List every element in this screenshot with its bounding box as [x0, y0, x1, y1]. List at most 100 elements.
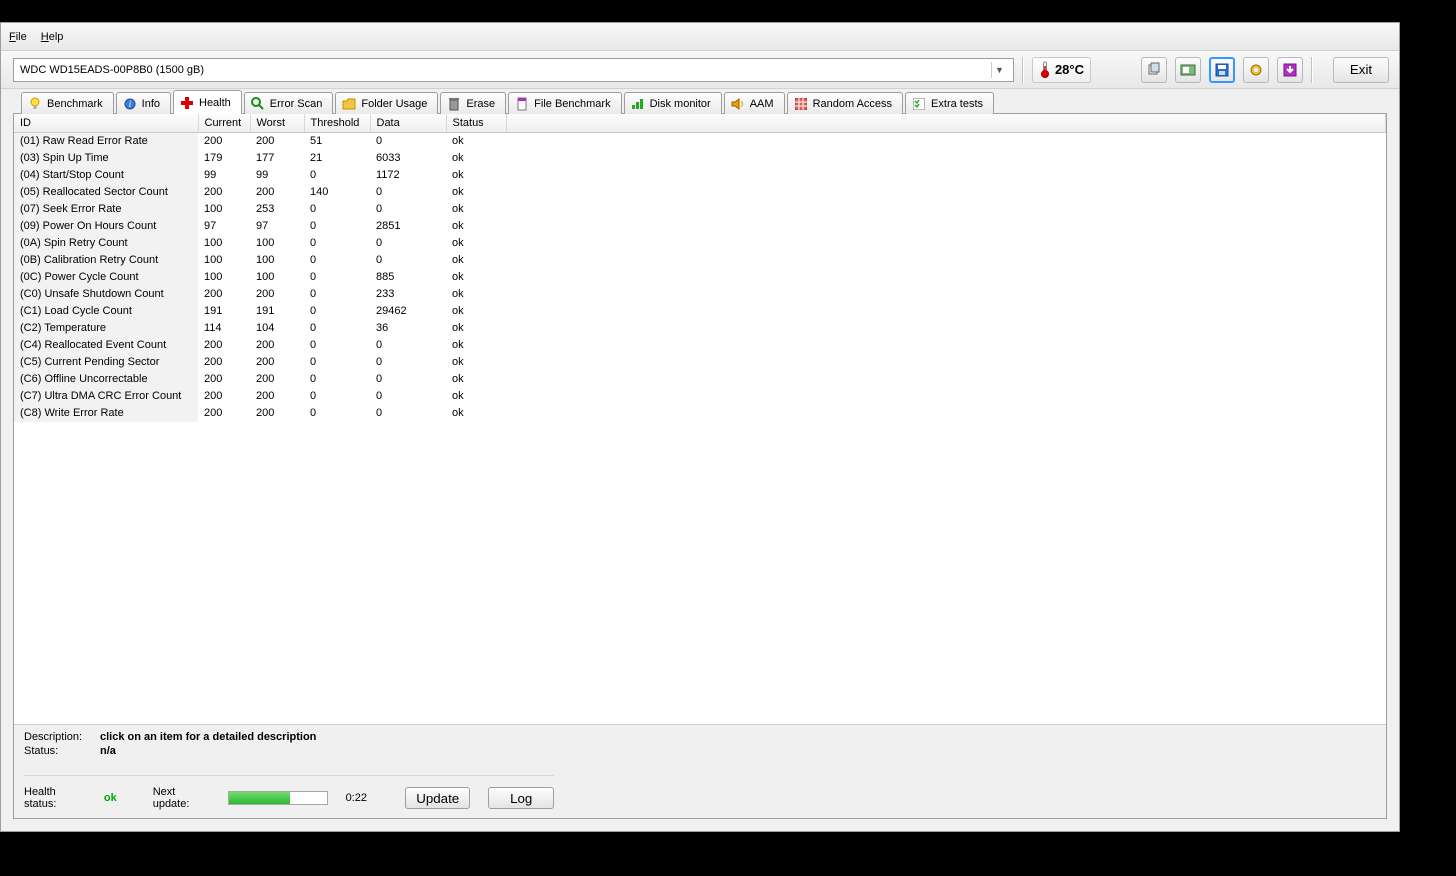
cell-current: 100: [198, 201, 250, 218]
cell-threshold: 140: [304, 184, 370, 201]
cell-data: 29462: [370, 303, 446, 320]
cell-current: 100: [198, 252, 250, 269]
cell-threshold: 0: [304, 167, 370, 184]
table-row[interactable]: (03) Spin Up Time179177216033ok: [14, 150, 1386, 167]
tab-file-benchmark[interactable]: File Benchmark: [508, 92, 621, 114]
log-button[interactable]: Log: [488, 787, 554, 809]
tab-random-access[interactable]: Random Access: [787, 92, 903, 114]
table-row[interactable]: (C6) Offline Uncorrectable20020000ok: [14, 371, 1386, 388]
table-row[interactable]: (C2) Temperature114104036ok: [14, 320, 1386, 337]
tabstrip: Benchmark i Info Health Error Scan Folde…: [1, 89, 1399, 113]
cell-id: (0A) Spin Retry Count: [14, 235, 198, 252]
table-row[interactable]: (0B) Calibration Retry Count10010000ok: [14, 252, 1386, 269]
cell-id: (C7) Ultra DMA CRC Error Count: [14, 388, 198, 405]
col-current[interactable]: Current: [198, 114, 250, 133]
copy-button[interactable]: [1141, 57, 1167, 83]
options-button[interactable]: [1243, 57, 1269, 83]
cell-threshold: 0: [304, 235, 370, 252]
tab-extra-tests[interactable]: Extra tests: [905, 92, 994, 114]
temperature-indicator: 28°C: [1032, 57, 1091, 83]
tab-label: Erase: [466, 98, 495, 110]
cell-current: 100: [198, 269, 250, 286]
table-row[interactable]: (0A) Spin Retry Count10010000ok: [14, 235, 1386, 252]
health-status-value: ok: [104, 792, 117, 804]
table-row[interactable]: (C1) Load Cycle Count191191029462ok: [14, 303, 1386, 320]
cell-id: (04) Start/Stop Count: [14, 167, 198, 184]
tab-error-scan[interactable]: Error Scan: [244, 92, 334, 114]
tab-aam[interactable]: AAM: [724, 92, 785, 114]
table-row[interactable]: (09) Power On Hours Count979702851ok: [14, 218, 1386, 235]
cell-status: ok: [446, 337, 506, 354]
table-row[interactable]: (C4) Reallocated Event Count20020000ok: [14, 337, 1386, 354]
cell-worst: 200: [250, 184, 304, 201]
cell-worst: 191: [250, 303, 304, 320]
tab-info[interactable]: i Info: [116, 92, 171, 114]
table-row[interactable]: (C7) Ultra DMA CRC Error Count20020000ok: [14, 388, 1386, 405]
save-button[interactable]: [1209, 57, 1235, 83]
table-row[interactable]: (C5) Current Pending Sector20020000ok: [14, 354, 1386, 371]
cell-data: 0: [370, 371, 446, 388]
cell-worst: 200: [250, 354, 304, 371]
table-row[interactable]: (C8) Write Error Rate20020000ok: [14, 405, 1386, 422]
smart-table-wrap[interactable]: ID Current Worst Threshold Data Status (…: [14, 114, 1386, 724]
col-data[interactable]: Data: [370, 114, 446, 133]
tab-disk-monitor[interactable]: Disk monitor: [624, 92, 722, 114]
cell-threshold: 0: [304, 201, 370, 218]
table-row[interactable]: (0C) Power Cycle Count1001000885ok: [14, 269, 1386, 286]
cell-data: 0: [370, 201, 446, 218]
col-status[interactable]: Status: [446, 114, 506, 133]
cell-current: 200: [198, 286, 250, 303]
menu-file[interactable]: File: [9, 31, 27, 43]
cell-data: 0: [370, 184, 446, 201]
cell-threshold: 51: [304, 133, 370, 151]
col-threshold[interactable]: Threshold: [304, 114, 370, 133]
update-button[interactable]: Update: [405, 787, 471, 809]
menubar: File Help: [1, 23, 1399, 51]
cell-data: 0: [370, 354, 446, 371]
col-id[interactable]: ID: [14, 114, 198, 133]
tab-label: Extra tests: [931, 98, 983, 110]
cell-current: 200: [198, 354, 250, 371]
tab-erase[interactable]: Erase: [440, 92, 506, 114]
cell-worst: 200: [250, 405, 304, 422]
table-row[interactable]: (04) Start/Stop Count999901172ok: [14, 167, 1386, 184]
col-worst[interactable]: Worst: [250, 114, 304, 133]
cell-data: 885: [370, 269, 446, 286]
cell-id: (C4) Reallocated Event Count: [14, 337, 198, 354]
tab-folder-usage[interactable]: Folder Usage: [335, 92, 438, 114]
tab-label: Health: [199, 97, 231, 109]
cell-current: 200: [198, 371, 250, 388]
tab-health[interactable]: Health: [173, 90, 242, 114]
status-label: Status:: [24, 745, 86, 757]
tab-benchmark[interactable]: Benchmark: [21, 92, 114, 114]
menu-help[interactable]: Help: [41, 31, 64, 43]
download-button[interactable]: [1277, 57, 1303, 83]
cell-id: (C5) Current Pending Sector: [14, 354, 198, 371]
cell-worst: 100: [250, 235, 304, 252]
cell-worst: 104: [250, 320, 304, 337]
bottom-panel: Description: click on an item for a deta…: [14, 724, 1386, 818]
cell-filler: [506, 184, 1386, 201]
cell-threshold: 0: [304, 269, 370, 286]
cell-current: 200: [198, 388, 250, 405]
screenshot-icon: [1180, 62, 1196, 78]
cell-worst: 200: [250, 337, 304, 354]
exit-button[interactable]: Exit: [1333, 57, 1389, 83]
cell-filler: [506, 269, 1386, 286]
cell-data: 0: [370, 405, 446, 422]
chart-icon: [631, 97, 645, 111]
checklist-icon: [912, 97, 926, 111]
cell-id: (0B) Calibration Retry Count: [14, 252, 198, 269]
table-header-row: ID Current Worst Threshold Data Status: [14, 114, 1386, 133]
table-row[interactable]: (07) Seek Error Rate10025300ok: [14, 201, 1386, 218]
cell-filler: [506, 354, 1386, 371]
smart-table: ID Current Worst Threshold Data Status (…: [14, 114, 1386, 422]
screenshot-button[interactable]: [1175, 57, 1201, 83]
table-row[interactable]: (05) Reallocated Sector Count2002001400o…: [14, 184, 1386, 201]
table-row[interactable]: (C0) Unsafe Shutdown Count2002000233ok: [14, 286, 1386, 303]
drive-select[interactable]: WDC WD15EADS-00P8B0 (1500 gB) ▼: [13, 58, 1014, 82]
table-row[interactable]: (01) Raw Read Error Rate200200510ok: [14, 133, 1386, 151]
cell-current: 99: [198, 167, 250, 184]
cell-filler: [506, 286, 1386, 303]
cell-status: ok: [446, 286, 506, 303]
